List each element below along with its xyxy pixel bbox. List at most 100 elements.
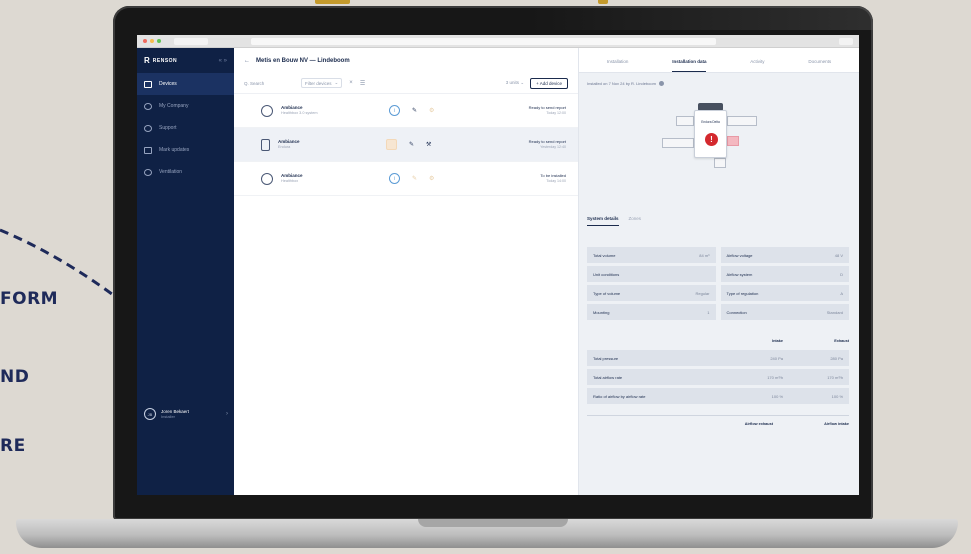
tab-installation-data[interactable]: Installation data xyxy=(672,59,707,72)
brand-logo-icon: R xyxy=(144,56,150,65)
device-status: Ready to send report Yesterday 12:40 xyxy=(529,139,566,150)
user-info: Joren Bekaert Installer xyxy=(161,409,189,420)
caption-text: Installed on 7 Nov 24 by R. Lindeboom xyxy=(587,81,656,86)
device-type: Healthbox 3.0 system xyxy=(281,110,318,115)
unit-count-label: 3 units xyxy=(505,80,520,85)
field-airflow-system[interactable]: Airflow system D xyxy=(720,266,849,282)
browser-menu-button[interactable] xyxy=(839,37,853,45)
sidebar-item-devices[interactable]: Devices xyxy=(137,73,234,95)
filter-select[interactable]: Filter devices ⌄ xyxy=(301,78,343,88)
tab-activity[interactable]: Activity xyxy=(750,59,764,72)
flow-label: Ratio of airflow by airflow rate xyxy=(593,393,646,399)
device-row[interactable]: Ambiance Healthbox 3.0 system i ✎ ⚙ Read… xyxy=(234,94,578,128)
sidebar-item-label: My Company xyxy=(159,103,189,109)
info-icon[interactable]: i xyxy=(389,105,400,116)
flow-column-headers: Intake Exhaust xyxy=(587,339,849,343)
breadcrumb: ← Metis en Bouw NV — Lindeboom xyxy=(234,48,578,73)
sidebar-item-my-company[interactable]: My Company xyxy=(137,95,234,117)
user-menu[interactable]: JB Joren Bekaert Installer › xyxy=(144,408,228,420)
footer-header-exhaust: Airflow exhaust xyxy=(744,422,773,426)
sort-icon[interactable]: ☰ xyxy=(360,80,365,87)
sidebar-item-mark-updates[interactable]: Mark updates xyxy=(137,139,234,161)
info-icon[interactable]: i xyxy=(389,173,400,184)
tab-installation[interactable]: Installation xyxy=(607,59,629,72)
column-header-exhaust: Exhaust xyxy=(834,339,849,343)
avatar: JB xyxy=(144,408,156,420)
maximize-window-icon[interactable] xyxy=(157,39,161,43)
device-row[interactable]: Ambiance Healthbox i ✎ ⚙ To be installed… xyxy=(234,162,578,196)
device-type: Endura xyxy=(278,144,291,149)
address-bar[interactable] xyxy=(251,37,716,45)
minimize-window-icon[interactable] xyxy=(150,39,154,43)
close-window-icon[interactable] xyxy=(143,39,147,43)
device-status: To be installed Today 14:00 xyxy=(540,173,566,184)
status-time: Today 12:00 xyxy=(546,110,566,115)
field-type-of-regulation[interactable]: Type of regulation A xyxy=(720,285,849,301)
field-airflow-voltage[interactable]: Airflow voltage 48 V xyxy=(720,247,849,263)
port-right-top xyxy=(727,116,757,126)
sidebar-item-label: Support xyxy=(159,125,177,131)
field-total-volume[interactable]: Total volume 84 m³ xyxy=(587,247,716,263)
status-icon[interactable] xyxy=(386,139,397,150)
search-input[interactable]: Q. Search xyxy=(244,81,294,86)
port-bottom xyxy=(714,158,726,168)
sidebar-item-support[interactable]: Support xyxy=(137,117,234,139)
field-label: Airflow system xyxy=(726,271,753,277)
device-text: Ambiance Healthbox 3.0 system xyxy=(281,105,351,116)
footer-header-intake: Airflow intake xyxy=(824,422,849,426)
sidebar-item-label: Mark updates xyxy=(159,147,190,153)
installation-caption: Installed on 7 Nov 24 by R. Lindeboom xyxy=(579,73,859,86)
field-connection[interactable]: Connection Standard xyxy=(720,304,849,320)
tab-zones[interactable]: Zones xyxy=(629,216,642,226)
filter-label: Filter devices xyxy=(305,80,332,86)
back-arrow-icon[interactable]: ← xyxy=(244,58,250,64)
status-text: Ready to send report xyxy=(528,139,566,145)
wrench-icon[interactable]: ✎ xyxy=(412,175,417,182)
field-label: Mounting xyxy=(593,309,610,315)
field-value: D xyxy=(840,271,843,277)
wrench-icon[interactable]: ✎ xyxy=(412,107,417,114)
sidebar-item-ventilation[interactable]: Ventilation xyxy=(137,161,234,183)
devices-icon xyxy=(144,80,152,88)
field-value: Regular xyxy=(695,290,710,296)
ventilation-unit[interactable]: Endura Delta ! xyxy=(694,110,727,158)
unit-count-select[interactable]: 3 units ⌄ xyxy=(506,80,524,86)
sidebar-item-label: Devices xyxy=(159,81,177,87)
chevron-down-icon: ⌄ xyxy=(334,80,339,85)
tab-system-details[interactable]: System details xyxy=(587,216,619,226)
field-mounting[interactable]: Mounting 1 xyxy=(587,304,716,320)
top-accent-bar-right xyxy=(598,0,608,4)
table-row[interactable]: Total airflow rate 170 m³/h 170 m³/h xyxy=(587,369,849,385)
collapse-sidebar-icon[interactable]: « » xyxy=(219,58,227,64)
port-right-bottom xyxy=(727,136,739,146)
clear-filter-icon[interactable]: × xyxy=(349,80,353,86)
flow-label: Total airflow rate xyxy=(593,374,623,380)
unit-label: Endura Delta xyxy=(701,120,720,124)
browser-bar xyxy=(137,35,859,48)
top-accent-bar xyxy=(315,0,350,4)
wrench-icon[interactable]: ✎ xyxy=(409,141,414,148)
table-row[interactable]: Total pressure 240 Pa 280 Pa xyxy=(587,350,849,366)
devices-panel: ← Metis en Bouw NV — Lindeboom Q. Search… xyxy=(234,48,579,495)
field-value: A xyxy=(840,290,843,296)
field-type-of-volume[interactable]: Type of volume Regular xyxy=(587,285,716,301)
settings-icon[interactable]: ⚙ xyxy=(429,107,434,114)
field-unit-conditions[interactable]: Unit conditions xyxy=(587,266,716,282)
hammer-icon[interactable]: ⚒ xyxy=(426,141,431,148)
browser-tab[interactable] xyxy=(174,37,208,45)
tab-documents[interactable]: Documents xyxy=(808,59,831,72)
field-value: 84 m³ xyxy=(699,252,710,258)
status-time: Yesterday 12:40 xyxy=(540,144,566,149)
flow-exhaust: 280 Pa xyxy=(830,355,843,361)
table-row[interactable]: Ratio of airflow by airflow rate 100 % 1… xyxy=(587,388,849,404)
add-device-button[interactable]: + Add device xyxy=(530,77,568,89)
settings-icon[interactable]: ⚙ xyxy=(429,175,434,182)
device-type: Healthbox xyxy=(281,178,299,183)
alert-icon[interactable]: ! xyxy=(705,133,718,146)
info-icon[interactable] xyxy=(658,81,664,86)
device-row-selected[interactable]: Ambiance Endura ✎ ⚒ Ready to send report… xyxy=(234,128,578,162)
details-panel: Installation Installation data Activity … xyxy=(579,48,859,495)
unit-diagram: Endura Delta ! xyxy=(654,98,769,183)
laptop-screen: R RENSON « » Devices My Company Support … xyxy=(137,35,859,495)
field-label: Type of regulation xyxy=(726,290,759,296)
